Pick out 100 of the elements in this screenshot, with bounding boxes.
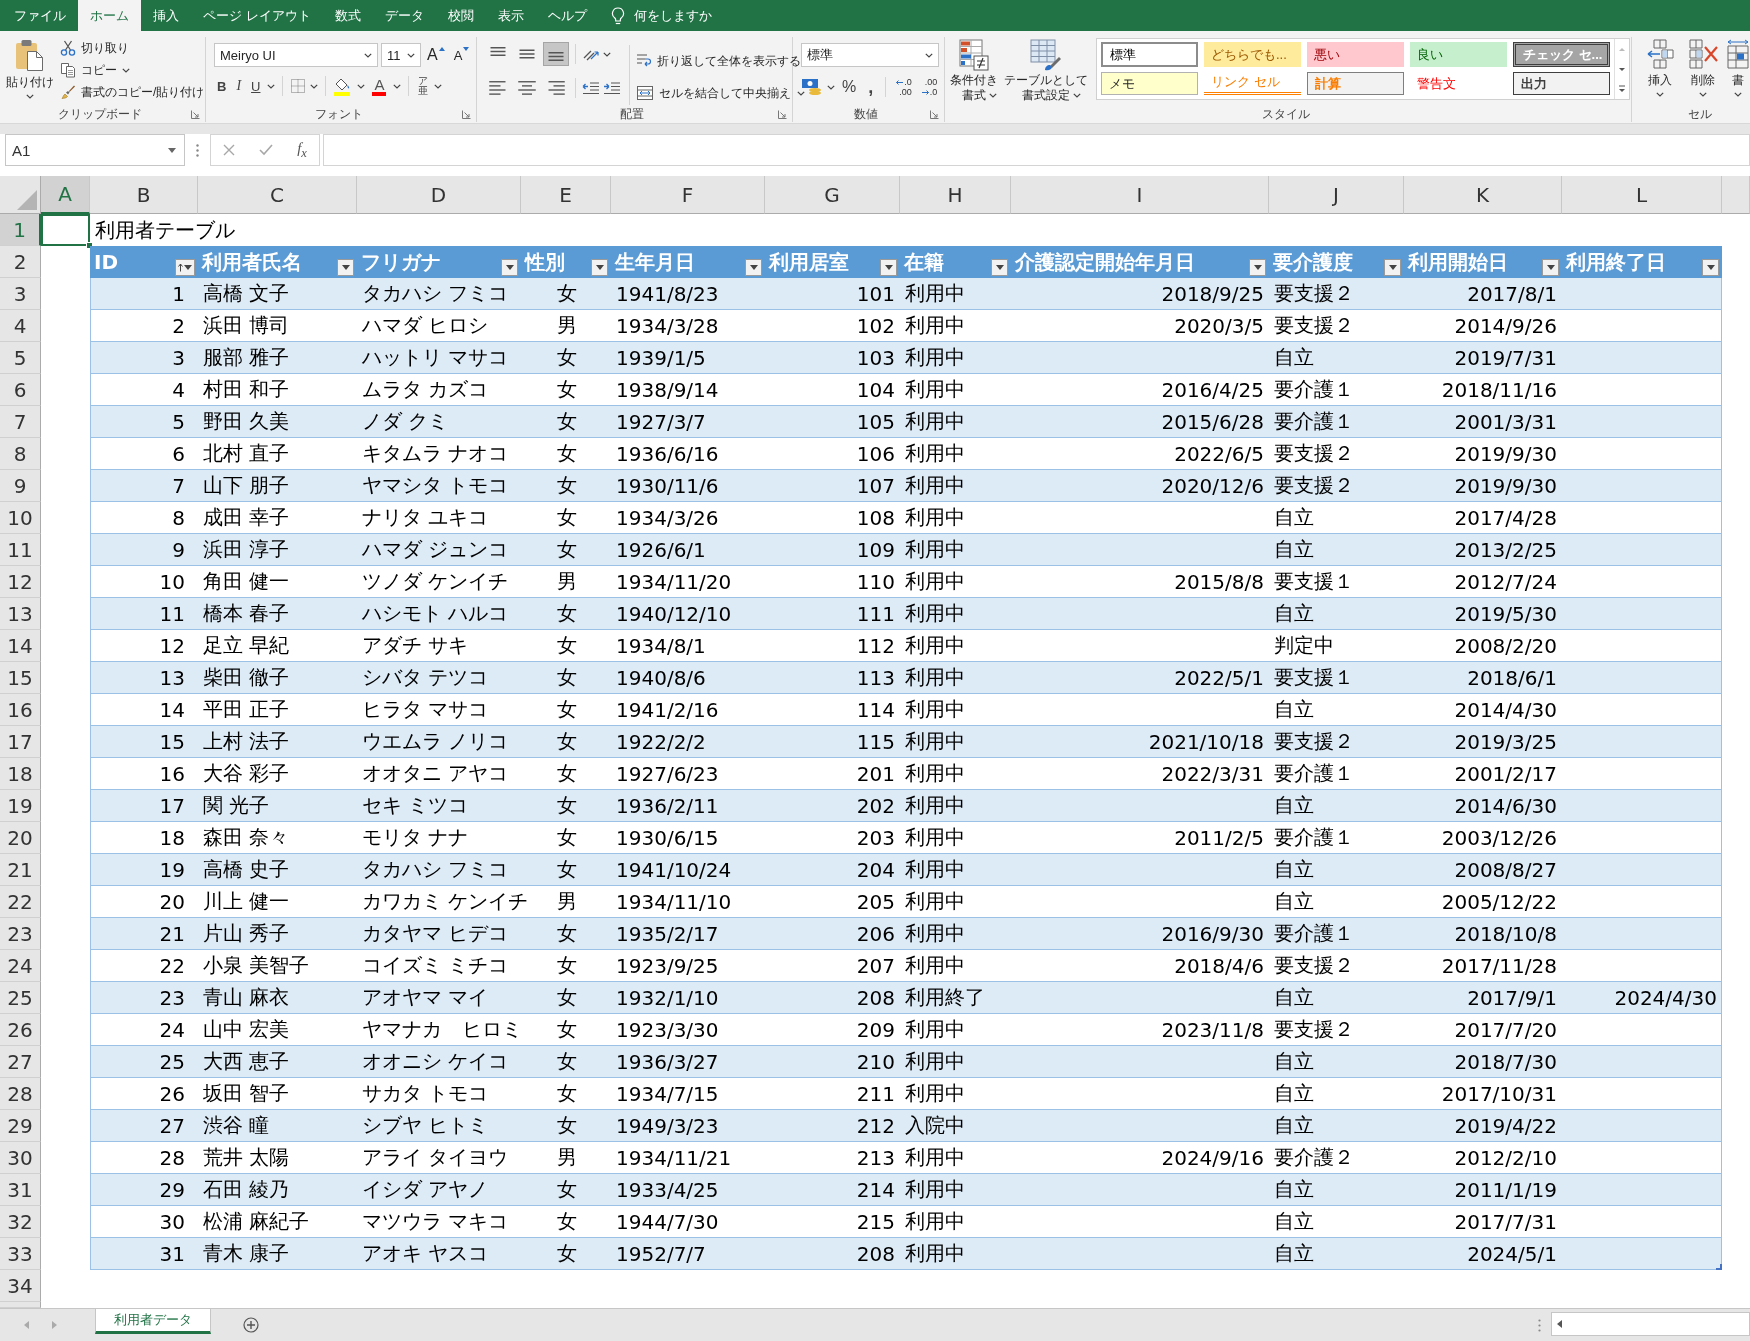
ribbon-tab[interactable]: 挿入 (141, 0, 191, 31)
ribbon-tab[interactable]: 表示 (485, 0, 536, 31)
format-cells-button[interactable]: 書 (1726, 37, 1749, 106)
row-header[interactable]: 16 (0, 694, 41, 726)
caret-icon[interactable] (364, 52, 372, 58)
caret-icon[interactable] (1733, 92, 1742, 97)
conditional-formatting-button[interactable]: 条件付き 書式 (948, 37, 1000, 103)
row-header[interactable]: 6 (0, 374, 41, 406)
filter-button[interactable] (1249, 259, 1266, 276)
filter-button[interactable] (1702, 259, 1719, 276)
align-bottom-icon[interactable] (543, 42, 569, 66)
dialog-launcher-icon[interactable] (191, 110, 200, 119)
italic-button[interactable]: I (233, 75, 245, 97)
caret-icon[interactable] (357, 83, 366, 89)
row-header[interactable]: 25 (0, 982, 41, 1014)
column-header[interactable]: F (611, 176, 765, 214)
row-header[interactable]: 12 (0, 566, 41, 598)
row-header[interactable]: 21 (0, 854, 41, 886)
font-size-field[interactable]: 11 (381, 43, 421, 67)
filter-button[interactable] (880, 259, 897, 276)
paste-button[interactable]: 貼り付け (4, 37, 56, 106)
caret-icon[interactable] (310, 83, 319, 89)
row-header[interactable]: 32 (0, 1206, 41, 1238)
row-header[interactable]: 19 (0, 790, 41, 822)
row-header[interactable]: 13 (0, 598, 41, 630)
filter-button[interactable] (175, 259, 195, 276)
ribbon-tab[interactable]: ヘルプ (535, 0, 599, 31)
caret-icon[interactable] (925, 52, 933, 58)
column-header[interactable]: E (521, 176, 611, 214)
row-header[interactable]: 26 (0, 1014, 41, 1046)
caret-icon[interactable] (26, 94, 34, 99)
shrink-font-button[interactable]: A (450, 44, 473, 66)
ribbon-tab[interactable]: ファイル (2, 0, 78, 31)
percent-button[interactable]: % (839, 76, 860, 98)
caret-icon[interactable] (1656, 92, 1664, 97)
plus-circle-icon[interactable] (243, 1317, 259, 1333)
filter-button[interactable] (991, 259, 1008, 276)
arrow-left-icon[interactable] (1557, 1320, 1562, 1328)
cell-style[interactable]: 出力 (1513, 72, 1610, 95)
row-header[interactable]: 22 (0, 886, 41, 918)
cell-style[interactable]: メモ (1101, 72, 1198, 95)
caret-icon[interactable] (122, 67, 130, 73)
sheet-tab[interactable]: 利用者データ (95, 1309, 211, 1334)
decrease-indent-icon[interactable] (582, 81, 600, 95)
more-options-icon[interactable] (1538, 1318, 1541, 1332)
name-box[interactable]: A1 (5, 134, 185, 166)
ribbon-tab[interactable]: ページ レイアウト (191, 0, 323, 31)
caret-icon[interactable] (603, 51, 611, 57)
row-header[interactable]: 1 (0, 214, 41, 246)
row-header[interactable]: 27 (0, 1046, 41, 1078)
row-header[interactable]: 9 (0, 470, 41, 502)
column-header[interactable]: K (1404, 176, 1562, 214)
row-header[interactable]: 34 (0, 1270, 41, 1302)
dialog-launcher-icon[interactable] (778, 110, 787, 119)
filter-button[interactable] (591, 259, 608, 276)
caret-icon[interactable] (827, 84, 835, 90)
row-header[interactable]: 10 (0, 502, 41, 534)
ribbon-tab[interactable]: 校閲 (435, 0, 486, 31)
increase-indent-icon[interactable] (603, 81, 621, 95)
caret-icon[interactable] (393, 83, 402, 89)
column-header[interactable]: C (198, 176, 357, 214)
row-header[interactable]: 4 (0, 310, 41, 342)
format-painter-button[interactable]: 書式のコピー/貼り付け (60, 81, 205, 103)
grow-font-button[interactable]: A (424, 44, 448, 66)
horizontal-scrollbar[interactable] (1551, 1312, 1750, 1336)
cell-style[interactable]: どちらでも... (1204, 42, 1301, 67)
caret-icon[interactable] (407, 52, 415, 58)
more-options-icon[interactable] (196, 143, 199, 157)
merge-center-button[interactable]: セルを結合して中央揃え (636, 81, 791, 105)
filter-button[interactable] (1542, 259, 1559, 276)
column-header[interactable]: H (900, 176, 1011, 214)
row-header[interactable]: 20 (0, 822, 41, 854)
column-header[interactable]: B (90, 176, 198, 214)
column-header[interactable]: L (1562, 176, 1722, 214)
filter-button[interactable] (1384, 259, 1401, 276)
ribbon-tab[interactable]: データ (372, 0, 436, 31)
column-header[interactable]: G (765, 176, 900, 214)
cell-style[interactable]: 悪い (1307, 42, 1404, 67)
row-header[interactable]: 23 (0, 918, 41, 950)
row-header[interactable]: 5 (0, 342, 41, 374)
row-header[interactable]: 31 (0, 1174, 41, 1206)
resize-handle-icon[interactable] (1716, 1264, 1722, 1270)
row-header[interactable]: 7 (0, 406, 41, 438)
cut-button[interactable]: 切り取り (60, 37, 205, 59)
bold-button[interactable]: B (214, 75, 230, 97)
ribbon-tab[interactable]: ホーム (78, 0, 141, 31)
filter-button[interactable] (337, 259, 354, 276)
row-header[interactable]: 28 (0, 1078, 41, 1110)
row-header[interactable]: 18 (0, 758, 41, 790)
column-header[interactable]: I (1011, 176, 1269, 214)
row-header[interactable]: 15 (0, 662, 41, 694)
row-header[interactable]: 14 (0, 630, 41, 662)
copy-button[interactable]: コピー (60, 59, 117, 81)
formula-input-field[interactable] (323, 134, 1750, 166)
column-header[interactable]: J (1269, 176, 1404, 214)
cell-style[interactable]: 良い (1410, 42, 1507, 67)
cell-style[interactable]: 警告文 (1410, 72, 1507, 95)
underline-button[interactable]: U (248, 75, 264, 97)
row-header[interactable]: 11 (0, 534, 41, 566)
caret-icon[interactable] (797, 90, 805, 96)
